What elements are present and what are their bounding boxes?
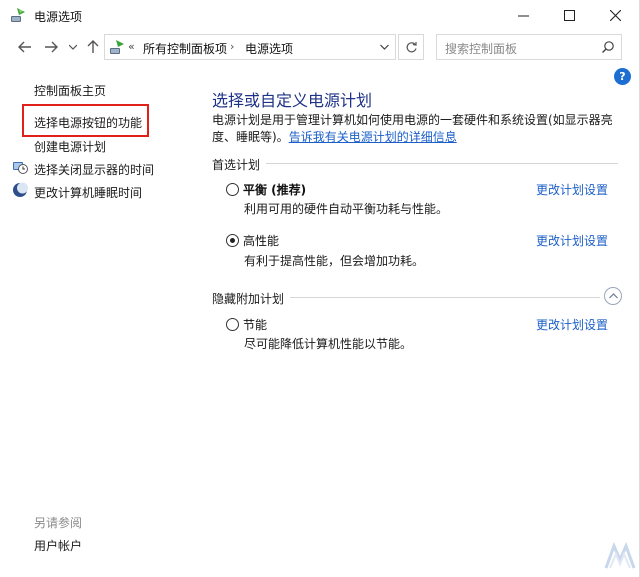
plan-high-performance-change-settings-link[interactable]: 更改计划设置: [536, 232, 608, 249]
help-button[interactable]: ?: [614, 68, 631, 85]
chevron-up-icon: [608, 293, 618, 299]
sidebar-item-change-sleep-time[interactable]: 更改计算机睡眠时间: [34, 184, 142, 201]
sidebar-item-power-button-function[interactable]: 选择电源按钮的功能: [34, 114, 142, 131]
maximize-button[interactable]: [546, 0, 592, 30]
address-bar[interactable]: « 所有控制面板项 › 电源选项: [104, 34, 396, 60]
title-bar: 电源选项: [0, 0, 640, 30]
window-title: 电源选项: [34, 10, 83, 24]
plan-power-saver-desc: 尽可能降低计算机性能以节能。: [244, 337, 413, 351]
preferred-plans-heading: 首选计划: [212, 158, 261, 172]
radio-power-saver[interactable]: [226, 318, 239, 331]
breadcrumb-separator[interactable]: ›: [230, 40, 234, 53]
radio-balanced[interactable]: [226, 183, 239, 196]
up-button[interactable]: [82, 36, 104, 58]
see-also-user-accounts[interactable]: 用户帐户: [34, 537, 82, 554]
page-title: 选择或自定义电源计划: [212, 91, 373, 110]
breadcrumb-overflow[interactable]: «: [128, 40, 135, 53]
monitor-clock-icon: [13, 162, 28, 174]
control-panel-icon: [110, 40, 124, 54]
sidebar-item-turn-off-display[interactable]: 选择关闭显示器的时间: [34, 161, 154, 178]
sidebar-item-create-power-plan[interactable]: 创建电源计划: [34, 138, 106, 155]
plan-power-saver-name[interactable]: 节能: [243, 316, 267, 333]
moon-sleep-icon: [13, 182, 28, 197]
see-also-heading: 另请参阅: [34, 516, 83, 530]
back-button[interactable]: [14, 36, 36, 58]
question-mark-icon: ?: [619, 70, 626, 83]
power-options-icon: [11, 8, 25, 22]
chevron-down-icon: [380, 44, 389, 50]
chevron-down-icon: [69, 44, 77, 50]
power-options-window: 电源选项 « 所有控制面板项 › 电源选项 搜索控制面板 ? 控制面板主页 选择…: [0, 0, 640, 577]
maximize-icon: [563, 9, 575, 21]
refresh-button[interactable]: [398, 34, 424, 60]
arrow-left-icon: [18, 41, 31, 53]
minimize-icon: [517, 15, 529, 16]
refresh-icon: [406, 41, 417, 52]
radio-high-performance[interactable]: [226, 234, 239, 247]
watermark-logo: [604, 541, 636, 569]
forward-button[interactable]: [40, 36, 62, 58]
close-icon: [609, 9, 621, 21]
plan-balanced-change-settings-link[interactable]: 更改计划设置: [536, 181, 608, 198]
minimize-button[interactable]: [500, 0, 546, 30]
page-description: 电源计划是用于管理计算机如何使用电源的一套硬件和系统设置(如显示器亮度、睡眠等)…: [212, 112, 620, 146]
plan-balanced-name[interactable]: 平衡 (推荐): [243, 181, 306, 198]
divider: [266, 163, 618, 164]
search-icon[interactable]: [601, 40, 615, 54]
search-input[interactable]: 搜索控制面板: [445, 40, 517, 57]
plan-power-saver-change-settings-link[interactable]: 更改计划设置: [536, 316, 608, 333]
breadcrumb-power-options[interactable]: 电源选项: [245, 40, 293, 57]
close-button[interactable]: [592, 0, 638, 30]
breadcrumb-all-items[interactable]: 所有控制面板项: [143, 40, 227, 57]
plan-high-performance-name[interactable]: 高性能: [243, 232, 279, 249]
address-dropdown-button[interactable]: [380, 40, 389, 53]
hidden-plans-heading: 隐藏附加计划: [212, 292, 285, 306]
sidebar-item-control-panel-home[interactable]: 控制面板主页: [34, 82, 106, 99]
collapse-hidden-plans-button[interactable]: [604, 287, 622, 305]
recent-locations-button[interactable]: [62, 36, 84, 58]
divider: [290, 297, 600, 298]
learn-more-link[interactable]: 告诉我有关电源计划的详细信息: [289, 130, 457, 144]
arrow-right-icon: [45, 41, 58, 53]
plan-high-performance-desc: 有利于提高性能，但会增加功耗。: [244, 254, 425, 268]
arrow-up-icon: [87, 40, 99, 53]
navigation-bar: « 所有控制面板项 › 电源选项 搜索控制面板: [0, 30, 640, 64]
plan-balanced-desc: 利用可用的硬件自动平衡功耗与性能。: [244, 202, 449, 216]
search-box[interactable]: 搜索控制面板: [436, 34, 622, 60]
